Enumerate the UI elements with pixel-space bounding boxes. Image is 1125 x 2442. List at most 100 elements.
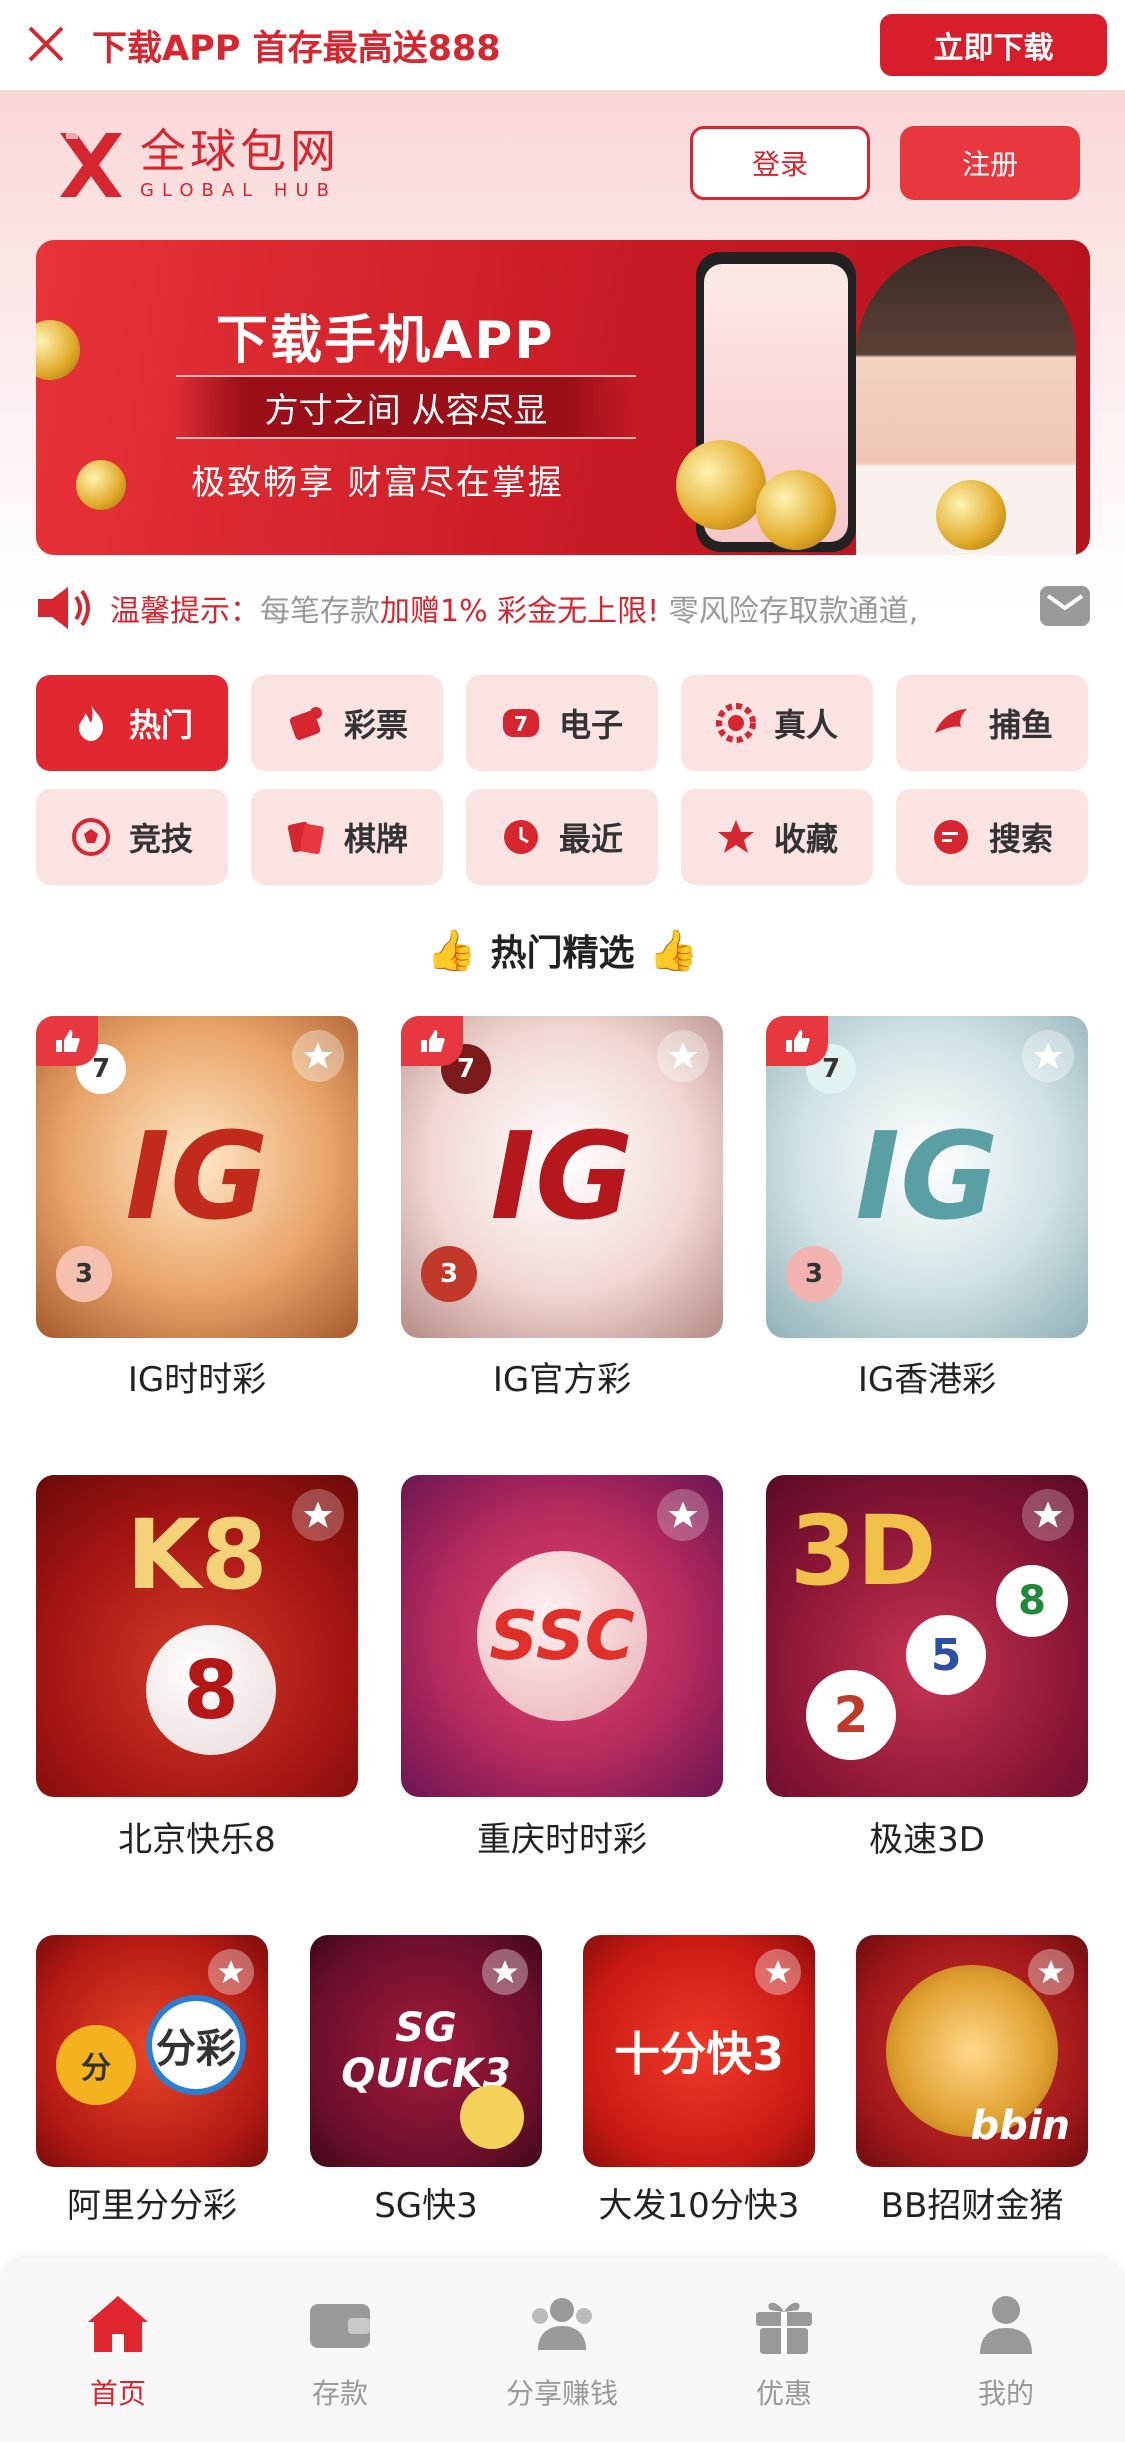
app-download-banner[interactable]: 下载手机APP 方寸之间 从容尽显 极致畅享 财富尽在掌握 [36,240,1090,555]
game-tile-ig-ssc[interactable]: IG 7 3 [36,1016,358,1338]
game-tile-fast-3d[interactable]: 3D 2 5 8 [766,1475,1088,1797]
favorite-star-icon[interactable] [482,1949,528,1995]
lottery-ball: 8 [146,1625,276,1755]
game-tile-ali-ffc[interactable]: 分 分彩 [36,1935,268,2167]
category-slots[interactable]: 7 电子 [466,675,658,771]
category-lottery[interactable]: 彩票 [251,675,443,771]
slot-icon: 7 [501,703,541,743]
game-name: IG官方彩 [492,1360,632,1400]
home-icon [82,2288,154,2360]
lottery-icon [286,703,326,743]
favorite-star-icon[interactable] [657,1030,709,1082]
game-name: 北京快乐8 [118,1820,276,1860]
thumbs-up-icon: 👍 [426,927,477,974]
soccer-icon [71,817,111,857]
lottery-ball: 分彩 [146,1995,246,2095]
favorite-star-icon[interactable] [755,1949,801,1995]
speaker-icon [38,587,90,629]
nav-deposit[interactable]: 存款 [260,2288,420,2418]
game-tile-bj-kl8[interactable]: K8 8 [36,1475,358,1797]
mail-icon[interactable] [1040,586,1090,626]
users-icon [526,2288,598,2360]
logo-x-icon [60,132,122,197]
nav-promotions[interactable]: 优惠 [704,2288,864,2418]
close-icon[interactable] [26,24,66,64]
site-logo[interactable]: 全球包网 GLOBAL HUB [56,128,340,201]
nav-share[interactable]: 分享赚钱 [482,2288,642,2418]
cards-icon [286,817,326,857]
notice-label: 温馨提示： [110,594,260,629]
game-name: 大发10分快3 [598,2186,800,2226]
category-sports[interactable]: 竞技 [36,789,228,885]
category-live[interactable]: 真人 [681,675,873,771]
user-icon [970,2288,1042,2360]
favorite-star-icon[interactable] [208,1949,254,1995]
lottery-ball: 3 [421,1246,477,1302]
favorite-star-icon[interactable] [292,1489,344,1541]
game-name: 重庆时时彩 [477,1820,647,1860]
download-promo-bar: 下载APP 首存最高送888 立即下载 [0,0,1125,90]
game-tile-ig-official[interactable]: IG 7 3 [401,1016,723,1338]
lottery-ball: 5 [906,1615,986,1695]
fish-icon [931,703,971,743]
favorite-star-icon[interactable] [1022,1489,1074,1541]
download-now-button[interactable]: 立即下载 [880,14,1107,76]
register-button[interactable]: 注册 [900,126,1080,200]
game-tile-ig-hk[interactable]: IG 7 3 [766,1016,1088,1338]
lottery-ball [460,2085,524,2149]
lottery-ball: 2 [806,1670,896,1760]
category-hot[interactable]: 热门 [36,675,228,771]
game-name: BB招财金猪 [880,2186,1064,2226]
lottery-ball: 3 [786,1246,842,1302]
section-title: 👍 热门精选 👍 [426,927,699,975]
wallet-icon [304,2288,376,2360]
hot-badge [36,1016,98,1066]
favorite-star-icon[interactable] [1022,1030,1074,1082]
game-name: 阿里分分彩 [67,2186,237,2226]
lottery-ball: 分 [56,2025,136,2105]
thumbs-up-icon: 👍 [648,927,699,974]
game-tile-cq-ssc[interactable]: SSC [401,1475,723,1797]
category-fishing[interactable]: 捕鱼 [896,675,1088,771]
game-name: 极速3D [869,1820,985,1860]
nav-profile[interactable]: 我的 [926,2288,1086,2418]
svg-text:7: 7 [514,712,528,736]
banner-ribbon: 方寸之间 从容尽显 [176,375,636,439]
game-tile-sg-quick3[interactable]: SG QUICK3 [310,1935,542,2167]
gift-icon [748,2288,820,2360]
category-recent[interactable]: 最近 [466,789,658,885]
star-icon [716,817,756,857]
nav-home[interactable]: 首页 [38,2288,198,2418]
banner-tagline: 极致畅享 财富尽在掌握 [191,463,564,503]
bottom-navigation: 首页 存款 分享赚钱 优惠 我的 [0,2258,1125,2442]
game-tile-df-10min-k3[interactable]: 十分快3 [583,1935,815,2167]
coin-decoration [76,460,126,510]
category-cards[interactable]: 棋牌 [251,789,443,885]
game-name: IG时时彩 [127,1360,267,1400]
lottery-ball: 3 [56,1246,112,1302]
promo-text: 下载APP 首存最高送888 [92,29,501,69]
hot-badge [401,1016,463,1066]
login-button[interactable]: 登录 [690,126,870,200]
banner-subtitle: 方寸之间 从容尽显 [264,390,548,431]
flame-icon [71,703,111,743]
chip-icon [715,703,756,743]
favorite-star-icon[interactable] [1028,1949,1074,1995]
logo-title: 全球包网 [140,124,340,178]
category-search[interactable]: 搜索 [896,789,1088,885]
favorite-star-icon[interactable] [292,1030,344,1082]
coin-decoration [936,480,1006,550]
favorite-star-icon[interactable] [657,1489,709,1541]
category-favorites[interactable]: 收藏 [681,789,873,885]
game-name: IG香港彩 [857,1360,997,1400]
banner-title: 下载手机APP [216,311,555,371]
notice-marquee: 温馨提示： 每笔存款加赠1% 彩金无上限! 零风险存取款通道, [36,580,1090,636]
coin-decoration [676,440,766,530]
coin-decoration [756,470,836,550]
lottery-ball: 8 [996,1565,1068,1637]
clock-icon [501,817,541,857]
game-tile-bb-pig[interactable]: bbin [856,1935,1088,2167]
coin-decoration [36,320,80,380]
game-name: SG快3 [374,2186,478,2226]
hot-badge [766,1016,828,1066]
